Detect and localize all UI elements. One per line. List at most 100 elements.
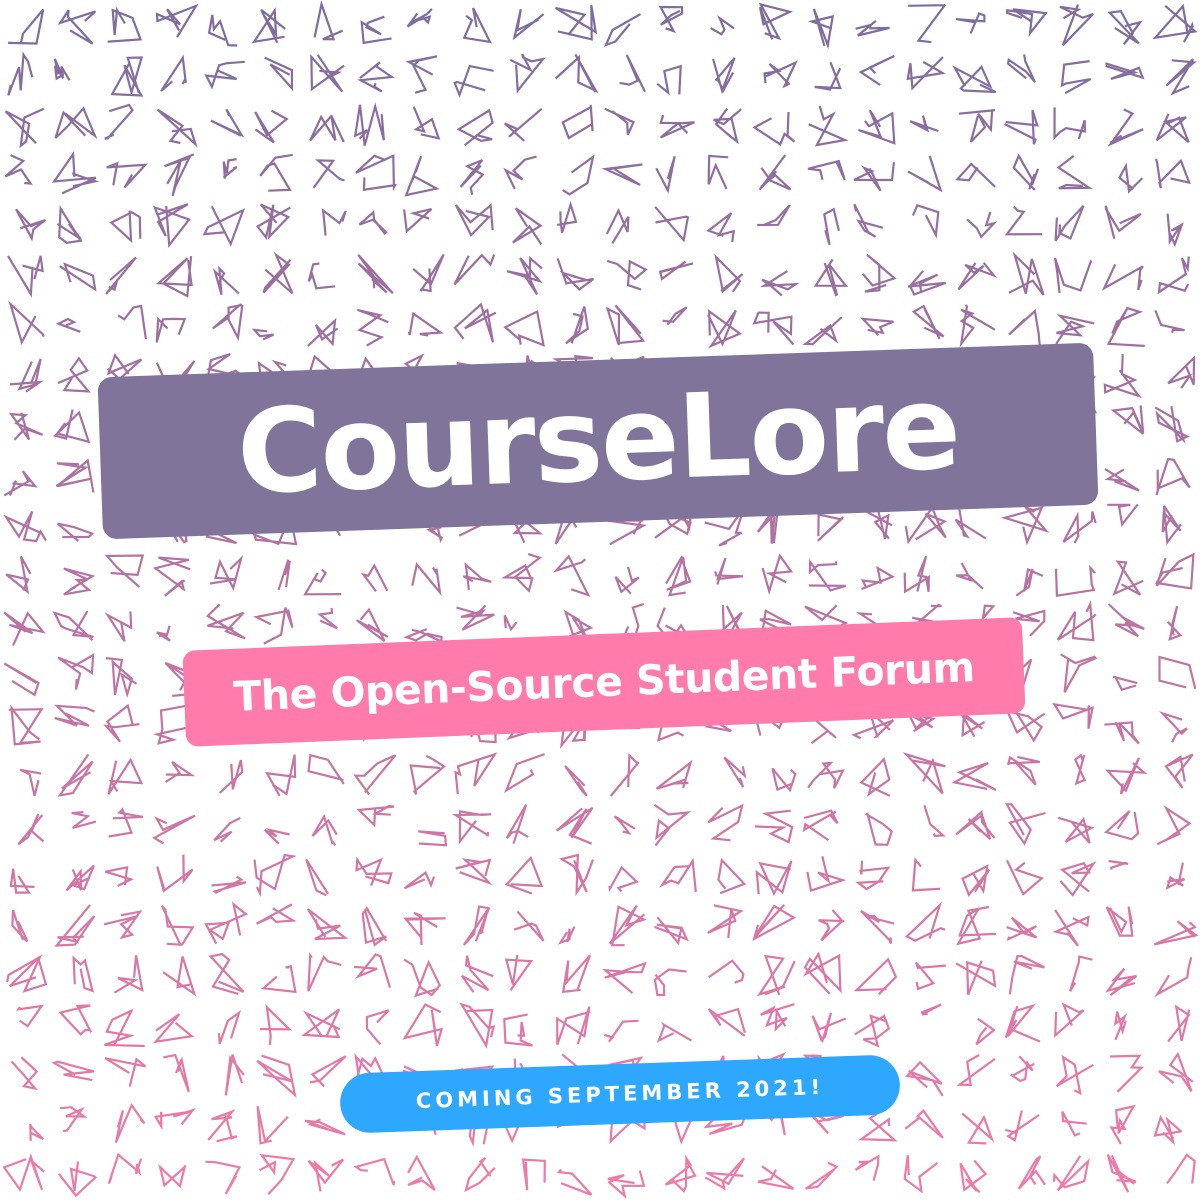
zigzag-stroke (961, 1112, 995, 1145)
zigzag-stroke (1104, 721, 1140, 745)
zigzag-stroke (504, 753, 545, 794)
zigzag-stroke (456, 108, 494, 147)
zigzag-stroke (1000, 505, 1050, 546)
zigzag-stroke (459, 1002, 496, 1049)
zigzag-stroke (853, 162, 895, 192)
zigzag-stroke (402, 1003, 444, 1047)
zigzag-stroke (601, 163, 643, 186)
zigzag-stroke (959, 1159, 988, 1194)
zigzag-stroke (109, 210, 142, 244)
zigzag-stroke (152, 814, 196, 845)
zigzag-stroke (8, 300, 45, 346)
zigzag-stroke (763, 60, 798, 89)
zigzag-stroke (53, 58, 71, 81)
zigzag-background-pattern (2, 0, 1199, 1199)
zigzag-stroke (811, 1012, 847, 1044)
zigzag-stroke (556, 1006, 591, 1046)
zigzag-stroke (658, 857, 697, 893)
zigzag-stroke (902, 752, 946, 795)
zigzag-stroke (1059, 4, 1094, 47)
zigzag-stroke (456, 604, 495, 631)
zigzag-stroke (455, 858, 493, 886)
zigzag-stroke (858, 55, 895, 86)
zigzag-stroke (557, 926, 576, 945)
zigzag-stroke (59, 1106, 88, 1133)
zigzag-stroke (104, 611, 133, 642)
zigzag-stroke (153, 1013, 195, 1044)
zigzag-stroke (807, 761, 845, 789)
zigzag-stroke (609, 752, 640, 797)
zigzag-stroke (1157, 256, 1190, 295)
zigzag-stroke (723, 756, 747, 788)
zigzag-stroke (955, 162, 996, 188)
zigzag-stroke (957, 262, 998, 291)
zigzag-stroke (555, 4, 598, 41)
zigzag-stroke (854, 1014, 891, 1048)
zigzag-stroke (259, 153, 293, 192)
zigzag-stroke (1165, 58, 1197, 96)
zigzag-stroke (1005, 8, 1048, 38)
zigzag-stroke (855, 860, 891, 891)
zigzag-stroke (155, 316, 187, 343)
zigzag-stroke (312, 159, 345, 189)
zigzag-stroke (955, 809, 996, 840)
zigzag-stroke (304, 1118, 346, 1136)
zigzag-stroke (1006, 54, 1036, 83)
zigzag-stroke (556, 258, 595, 291)
zigzag-stroke (1052, 1155, 1090, 1192)
zigzag-stroke (853, 957, 898, 996)
zigzag-stroke (504, 855, 544, 895)
zigzag-stroke (1055, 1054, 1094, 1096)
zigzag-stroke (57, 653, 95, 690)
zigzag-stroke (905, 901, 946, 942)
zigzag-stroke (353, 754, 397, 796)
zigzag-stroke (209, 555, 244, 592)
zigzag-stroke (752, 311, 795, 346)
zigzag-stroke (1108, 859, 1129, 870)
zigzag-stroke (403, 628, 443, 644)
zigzag-stroke (462, 905, 491, 946)
zigzag-stroke (665, 555, 692, 597)
zigzag-stroke (601, 961, 647, 994)
zigzag-stroke (7, 255, 44, 298)
zigzag-stroke (255, 903, 297, 925)
zigzag-stroke (561, 954, 591, 994)
zigzag-stroke (713, 107, 742, 145)
zigzag-stroke (305, 858, 330, 897)
zigzag-stroke (961, 864, 991, 897)
zigzag-stroke (357, 308, 389, 347)
zigzag-stroke (3, 510, 47, 543)
zigzag-stroke (57, 1161, 98, 1198)
zigzag-stroke (256, 1105, 289, 1145)
zigzag-stroke (202, 205, 246, 247)
zigzag-stroke (403, 911, 446, 946)
zigzag-stroke (955, 960, 997, 996)
zigzag-stroke (1073, 753, 1087, 786)
zigzag-stroke (501, 553, 543, 593)
zigzag-stroke (1006, 755, 1041, 786)
zigzag-stroke (757, 204, 791, 227)
zigzag-stroke (454, 203, 494, 237)
zigzag-stroke (454, 752, 498, 795)
zigzag-stroke (108, 807, 144, 838)
zigzag-stroke (505, 804, 529, 845)
zigzag-stroke (403, 870, 436, 890)
zigzag-stroke (861, 253, 897, 293)
zigzag-stroke (277, 559, 291, 591)
zigzag-stroke (1017, 1155, 1046, 1190)
zigzag-stroke (512, 207, 543, 246)
zigzag-stroke (307, 317, 339, 347)
zigzag-stroke (712, 57, 736, 95)
zigzag-stroke (365, 1009, 390, 1046)
zigzag-stroke (1153, 1114, 1183, 1146)
zigzag-stroke (155, 255, 193, 298)
zigzag-stroke (860, 909, 895, 945)
zigzag-stroke (920, 1003, 942, 1016)
zigzag-stroke (1166, 1153, 1196, 1185)
zigzag-stroke (253, 607, 294, 645)
zigzag-stroke (1052, 909, 1090, 947)
zigzag-stroke (907, 155, 943, 193)
zigzag-stroke (1103, 354, 1142, 399)
zigzag-stroke (754, 809, 794, 844)
zigzag-stroke (1054, 204, 1085, 242)
